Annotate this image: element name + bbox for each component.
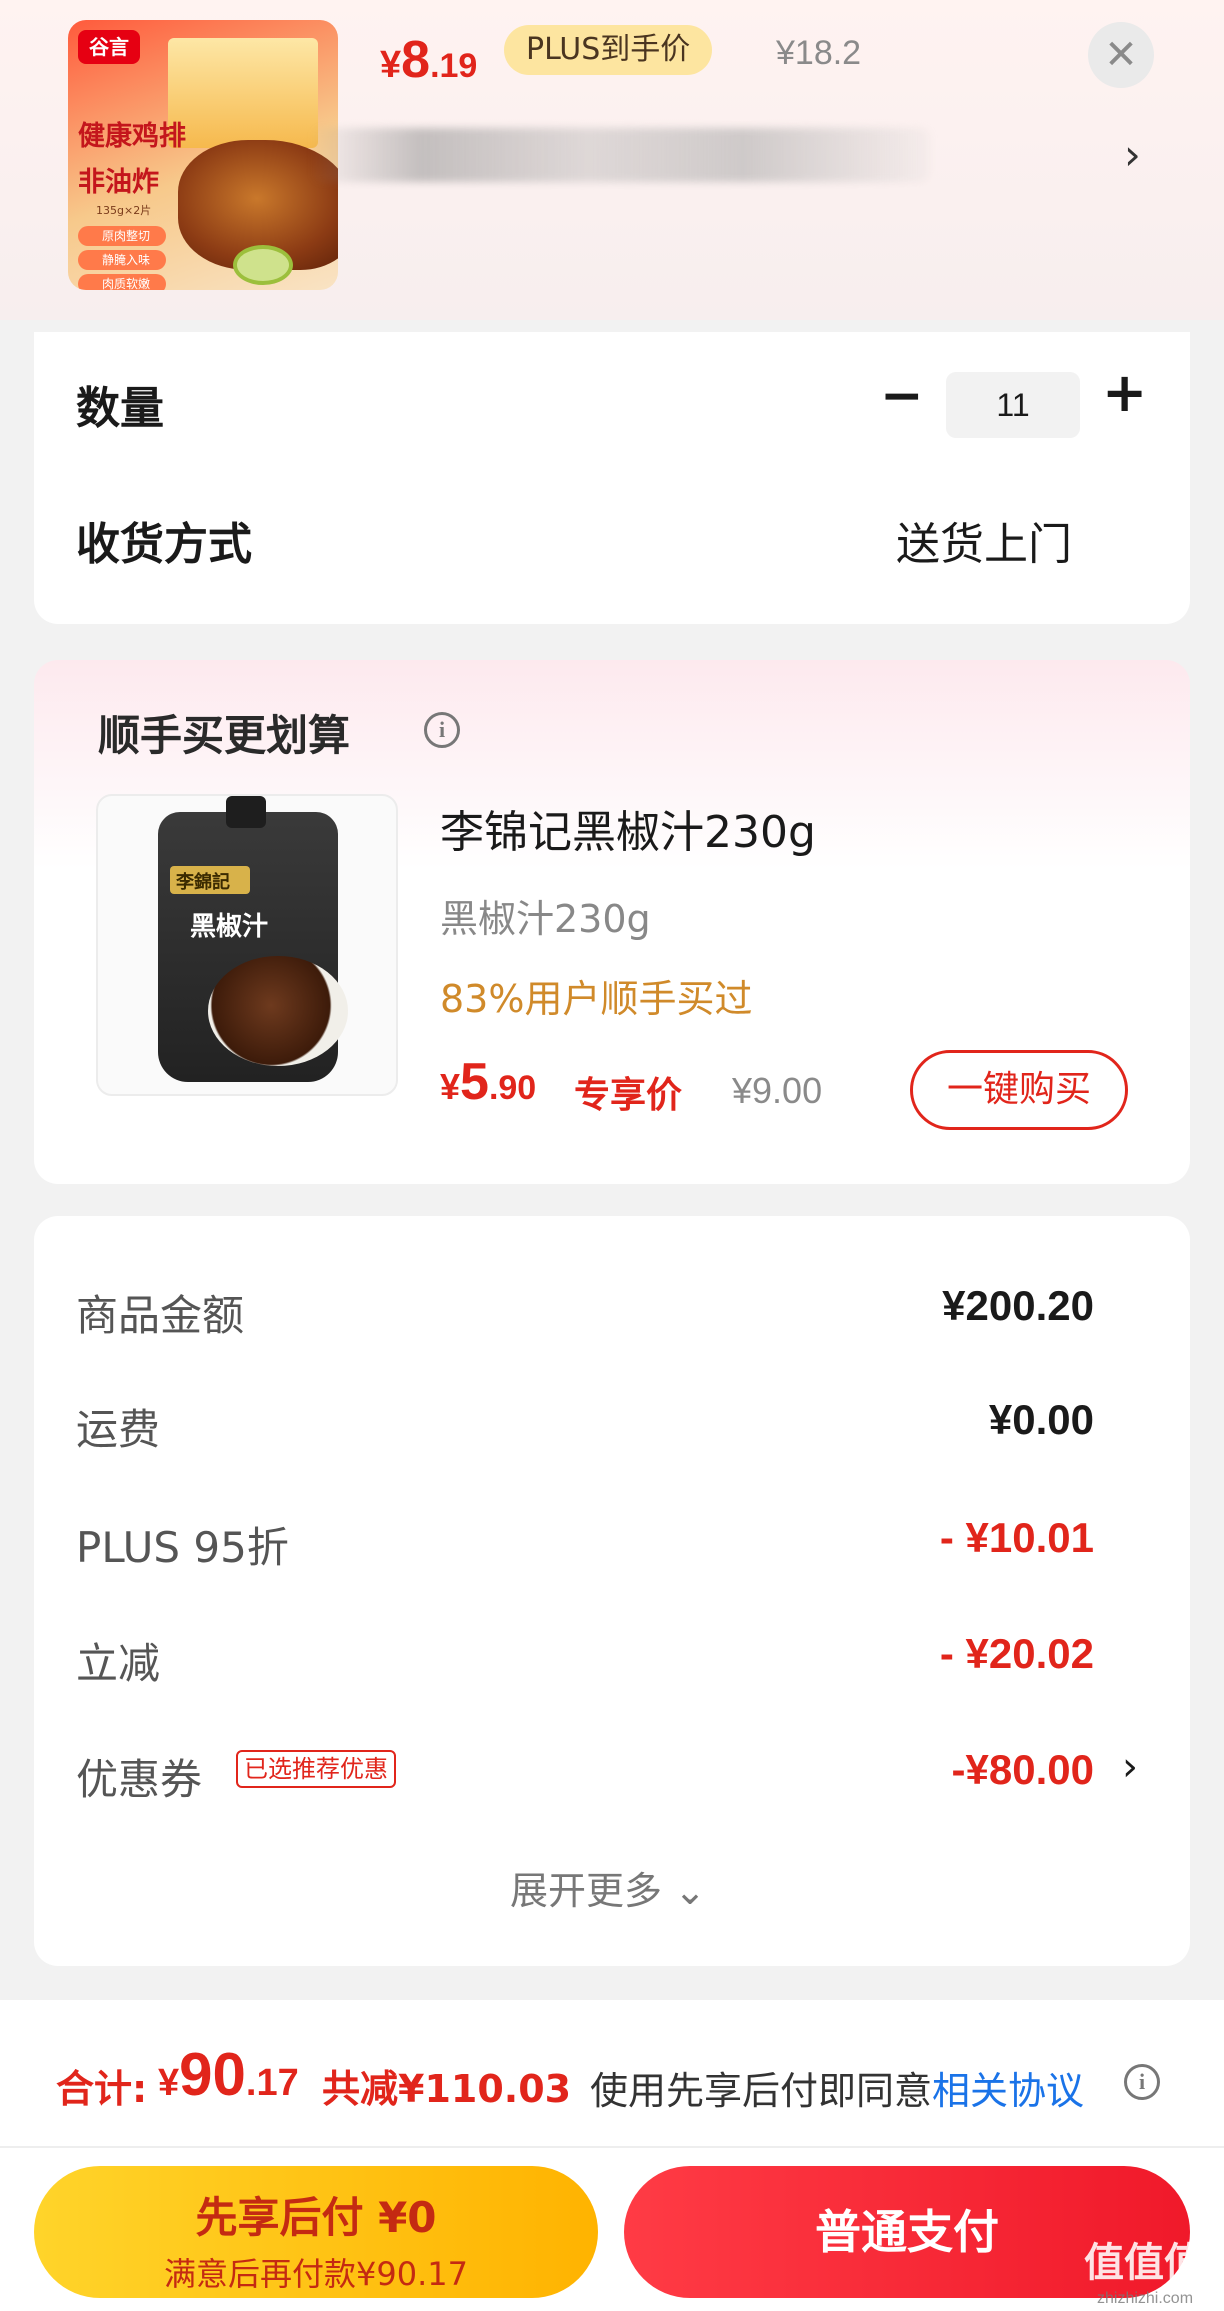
thumb-feature-pill: 原肉整切 [78, 226, 166, 246]
agreement-prefix: 使用先享后付即同意 [590, 2069, 933, 2113]
divider [0, 2146, 1224, 2148]
shipping-method-label: 收货方式 [76, 519, 252, 570]
price-decimal: .19 [430, 47, 478, 85]
agreement-link[interactable]: 相关协议 [932, 2069, 1084, 2113]
addon-price-integer: 5 [460, 1053, 489, 1111]
package-graphic [168, 38, 318, 148]
coupon-row-label[interactable]: 优惠券 [76, 1746, 202, 1807]
summary-row-label: PLUS 95折 [76, 1523, 289, 1572]
thumb-feature-pill: 肉质软嫩 [78, 274, 166, 290]
pay-later-title: 先享后付 ¥0 [195, 2192, 437, 2242]
thumb-feature-pill: 静腌入味 [78, 250, 166, 270]
close-icon: ✕ [1104, 32, 1138, 78]
watermark-url: zhizhizhi.com [1096, 2290, 1194, 2307]
thumb-tagline-2: 非油炸 [78, 167, 159, 198]
total-currency: ¥ [158, 2062, 180, 2104]
quantity-label: 数量 [76, 383, 164, 434]
info-icon[interactable]: i [1124, 2064, 1160, 2100]
chevron-right-icon[interactable]: › [1122, 1744, 1138, 1790]
shipping-method-value[interactable]: 送货上门 [896, 508, 1072, 572]
total-saving: 共减¥110.03 [322, 2067, 572, 2111]
addon-price-currency: ¥ [440, 1066, 461, 1107]
pay-later-button[interactable]: 先享后付 ¥0 满意后再付款¥90.17 [34, 2166, 598, 2298]
coupon-row-value[interactable]: -¥80.00 [952, 1746, 1094, 1794]
one-click-buy-button[interactable]: 一键购买 [910, 1050, 1128, 1130]
addon-product-image[interactable]: 李錦記 黑椒汁 [96, 794, 398, 1096]
addon-product-spec: 黑椒汁230g [440, 897, 651, 941]
info-icon[interactable]: i [424, 712, 460, 748]
summary-row-value: - ¥10.01 [939, 1514, 1094, 1561]
total-amount: ¥90.17 [158, 2040, 299, 2109]
quantity-input[interactable] [946, 372, 1080, 438]
original-price: ¥18.2 [776, 34, 862, 72]
quantity-increase-button[interactable]: + [1102, 366, 1147, 420]
coupon-recommended-tag: 已选推荐优惠 [236, 1750, 396, 1788]
product-thumbnail[interactable]: 谷言 健康鸡排 非油炸 135g×2片 原肉整切 静腌入味 肉质软嫩 [68, 20, 338, 290]
plus-price: ¥8.19 [380, 30, 477, 90]
addon-price: ¥5.90 [440, 1052, 536, 1112]
addon-price-decimal: .90 [488, 1069, 537, 1107]
summary-row-value: ¥0.00 [988, 1396, 1094, 1443]
total-label: 合计: [56, 2067, 148, 2111]
chevron-right-icon[interactable]: › [1124, 130, 1141, 179]
addon-section-title: 顺手买更划算 [98, 711, 351, 760]
quantity-decrease-button[interactable]: − [880, 370, 924, 422]
addon-image-brand: 李錦記 [170, 866, 250, 894]
addon-image-name: 黑椒汁 [190, 912, 269, 942]
close-button[interactable]: ✕ [1088, 22, 1154, 88]
brand-logo: 谷言 [78, 30, 140, 64]
steak-graphic [208, 956, 348, 1066]
pay-later-subtitle: 满意后再付款¥90.17 [164, 2254, 468, 2293]
thumb-tagline-1: 健康鸡排 [78, 121, 186, 152]
price-currency: ¥ [380, 44, 402, 86]
addon-social-proof: 83%用户顺手买过 [440, 977, 753, 1021]
summary-row-value: ¥200.20 [942, 1282, 1094, 1329]
plus-price-badge: PLUS到手价 [504, 25, 713, 75]
sauce-nozzle-graphic [226, 796, 266, 828]
total-integer: 90 [179, 2041, 246, 2108]
addon-price-label: 专享价 [574, 1075, 683, 1116]
summary-row-label: 运费 [76, 1405, 161, 1454]
addon-original-price: ¥9.00 [732, 1070, 823, 1111]
addon-image-brand-text: 李錦記 [176, 872, 230, 893]
expand-more-button[interactable]: 展开更多 ⌄ [510, 1860, 706, 1915]
addon-product-name[interactable]: 李锦记黑椒汁230g [440, 796, 816, 860]
lemon-graphic [233, 245, 293, 285]
summary-row-label: 商品金额 [76, 1291, 245, 1340]
thumb-weight: 135g×2片 [96, 204, 152, 217]
summary-row-value: - ¥20.02 [939, 1630, 1094, 1677]
total-decimal: .17 [245, 2062, 299, 2104]
summary-row-label: 立减 [76, 1639, 161, 1688]
product-title-blurred[interactable] [310, 128, 930, 182]
agreement-text: 使用先享后付即同意相关协议 [590, 2060, 1084, 2115]
price-integer: 8 [401, 31, 431, 89]
